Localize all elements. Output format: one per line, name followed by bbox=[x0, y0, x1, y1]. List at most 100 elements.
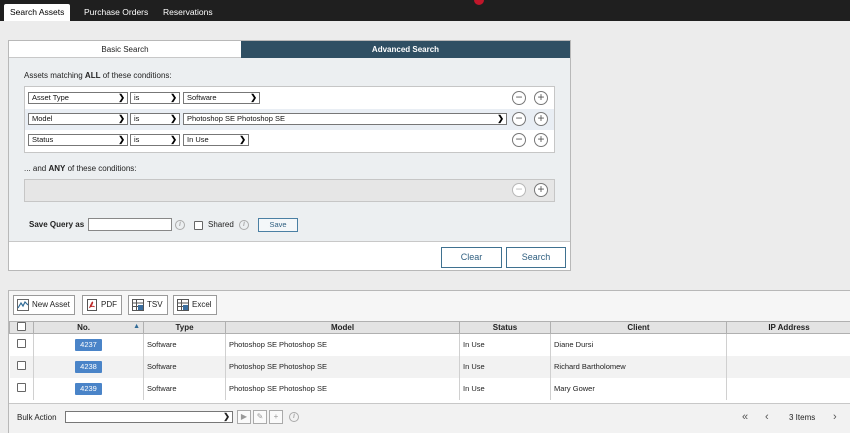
column-header-status[interactable]: Status bbox=[459, 321, 551, 334]
edit-icon[interactable]: ✎ bbox=[253, 410, 267, 424]
ip-address-cell bbox=[726, 333, 850, 356]
next-page-icon[interactable]: › bbox=[833, 411, 837, 423]
pdf-export-button[interactable]: PDF bbox=[82, 295, 122, 315]
chevron-down-icon: ❯ bbox=[170, 135, 177, 144]
chevron-down-icon: ❯ bbox=[223, 412, 230, 421]
info-icon[interactable]: i bbox=[239, 220, 249, 230]
table-row[interactable]: 4239 Software Photoshop SE Photoshop SE … bbox=[9, 377, 850, 400]
no-cell: 4238 bbox=[33, 355, 144, 378]
condition-row: Status ❯ is ❯ In Use ❯ − + bbox=[25, 130, 554, 151]
remove-condition-icon[interactable]: − bbox=[512, 112, 526, 126]
table-row[interactable]: 4238 Software Photoshop SE Photoshop SE … bbox=[9, 355, 850, 378]
client-cell: Diane Dursi bbox=[550, 333, 727, 356]
column-header-no[interactable]: No. ▲ bbox=[33, 321, 144, 334]
condition-row: Asset Type ❯ is ❯ Software ❯ − + bbox=[25, 88, 554, 109]
bulk-action-bar: Bulk Action ❯ ▶ ✎ + i « ‹ 3 Items › bbox=[9, 403, 850, 433]
condition-operator-select[interactable]: is ❯ bbox=[130, 113, 180, 125]
add-condition-icon[interactable]: + bbox=[534, 183, 548, 197]
search-panel: Basic Search Advanced Search Assets matc… bbox=[8, 40, 571, 271]
condition-value-select[interactable]: Software ❯ bbox=[183, 92, 260, 104]
column-header-ip-address[interactable]: IP Address bbox=[726, 321, 850, 334]
condition-field-select[interactable]: Model ❯ bbox=[28, 113, 128, 125]
condition-operator-select[interactable]: is ❯ bbox=[130, 92, 180, 104]
save-query-input[interactable] bbox=[88, 218, 172, 231]
row-select-cell bbox=[9, 333, 34, 356]
tab-search-assets[interactable]: Search Assets bbox=[4, 4, 71, 21]
asset-number-link[interactable]: 4237 bbox=[75, 338, 102, 351]
chevron-down-icon: ❯ bbox=[170, 114, 177, 123]
select-all-checkbox[interactable] bbox=[17, 322, 26, 331]
tsv-icon bbox=[132, 299, 144, 311]
condition-operator-select[interactable]: is ❯ bbox=[130, 134, 180, 146]
column-header-client[interactable]: Client bbox=[550, 321, 727, 334]
tsv-export-button[interactable]: TSV bbox=[128, 295, 168, 315]
row-checkbox[interactable] bbox=[16, 383, 26, 392]
asset-number-link[interactable]: 4239 bbox=[75, 382, 102, 395]
run-action-icon[interactable]: ▶ bbox=[237, 410, 251, 424]
bulk-action-label: Bulk Action bbox=[17, 413, 57, 422]
model-cell: Photoshop SE Photoshop SE bbox=[225, 333, 460, 356]
tab-purchase-orders[interactable]: Purchase Orders bbox=[78, 4, 154, 21]
info-icon[interactable]: i bbox=[175, 220, 185, 230]
table-header-row: No. ▲ Type Model Status Client IP Address bbox=[9, 321, 850, 334]
column-header-type[interactable]: Type bbox=[143, 321, 226, 334]
select-all-header bbox=[9, 321, 34, 334]
save-query-label: Save Query as bbox=[29, 220, 85, 229]
results-grid: New Asset PDF TSV Excel No. ▲ Type Model… bbox=[8, 290, 850, 433]
chevron-down-icon: ❯ bbox=[239, 135, 246, 144]
remove-condition-icon[interactable]: − bbox=[512, 133, 526, 147]
previous-page-icon[interactable]: ‹ bbox=[765, 411, 769, 423]
tab-basic-search[interactable]: Basic Search bbox=[9, 41, 241, 58]
model-cell: Photoshop SE Photoshop SE bbox=[225, 355, 460, 378]
excel-icon bbox=[177, 299, 189, 311]
condition-value-select[interactable]: In Use ❯ bbox=[183, 134, 249, 146]
search-panel-footer: Clear Search bbox=[9, 241, 570, 270]
model-cell: Photoshop SE Photoshop SE bbox=[225, 377, 460, 400]
table-row[interactable]: 4237 Software Photoshop SE Photoshop SE … bbox=[9, 333, 850, 356]
sort-asc-icon: ▲ bbox=[133, 323, 140, 330]
chevron-down-icon: ❯ bbox=[118, 135, 125, 144]
new-asset-button[interactable]: New Asset bbox=[13, 295, 75, 315]
column-header-model[interactable]: Model bbox=[225, 321, 460, 334]
tab-reservations[interactable]: Reservations bbox=[157, 4, 219, 21]
asset-number-link[interactable]: 4238 bbox=[75, 360, 102, 373]
conditions-area: Assets matching ALL of these conditions:… bbox=[9, 58, 570, 241]
add-condition-icon[interactable]: + bbox=[534, 133, 548, 147]
first-page-icon[interactable]: « bbox=[742, 411, 748, 423]
shared-label: Shared bbox=[208, 220, 234, 229]
search-button[interactable]: Search bbox=[506, 247, 566, 268]
shared-checkbox[interactable] bbox=[194, 221, 203, 230]
type-cell: Software bbox=[143, 355, 226, 378]
excel-label: Excel bbox=[192, 300, 212, 309]
status-cell: In Use bbox=[459, 333, 551, 356]
all-conditions-label: Assets matching ALL of these conditions: bbox=[24, 71, 172, 80]
add-condition-icon[interactable]: + bbox=[534, 91, 548, 105]
remove-condition-icon[interactable]: − bbox=[512, 91, 526, 105]
add-condition-icon[interactable]: + bbox=[534, 112, 548, 126]
notification-dot bbox=[474, 0, 484, 5]
pdf-icon bbox=[87, 299, 97, 311]
add-icon[interactable]: + bbox=[269, 410, 283, 424]
ip-address-cell bbox=[726, 355, 850, 378]
condition-field-select[interactable]: Status ❯ bbox=[28, 134, 128, 146]
row-checkbox[interactable] bbox=[16, 361, 26, 370]
remove-condition-icon: − bbox=[512, 183, 526, 197]
row-checkbox[interactable] bbox=[16, 339, 26, 349]
client-cell: Mary Gower bbox=[550, 377, 727, 400]
new-asset-label: New Asset bbox=[32, 300, 70, 309]
info-icon[interactable]: i bbox=[289, 412, 299, 422]
results-toolbar: New Asset PDF TSV Excel bbox=[9, 291, 850, 321]
row-select-cell bbox=[9, 377, 34, 400]
chevron-down-icon: ❯ bbox=[118, 114, 125, 123]
tab-advanced-search[interactable]: Advanced Search bbox=[241, 41, 570, 58]
client-cell: Richard Bartholomew bbox=[550, 355, 727, 378]
clear-button[interactable]: Clear bbox=[441, 247, 502, 268]
bulk-action-select[interactable]: ❯ bbox=[65, 411, 233, 423]
excel-export-button[interactable]: Excel bbox=[173, 295, 217, 315]
save-query-button[interactable]: Save bbox=[258, 218, 298, 232]
status-cell: In Use bbox=[459, 355, 551, 378]
search-mode-tabs: Basic Search Advanced Search bbox=[9, 41, 570, 58]
tsv-label: TSV bbox=[147, 300, 163, 309]
condition-field-select[interactable]: Asset Type ❯ bbox=[28, 92, 128, 104]
condition-value-select[interactable]: Photoshop SE Photoshop SE ❯ bbox=[183, 113, 507, 125]
